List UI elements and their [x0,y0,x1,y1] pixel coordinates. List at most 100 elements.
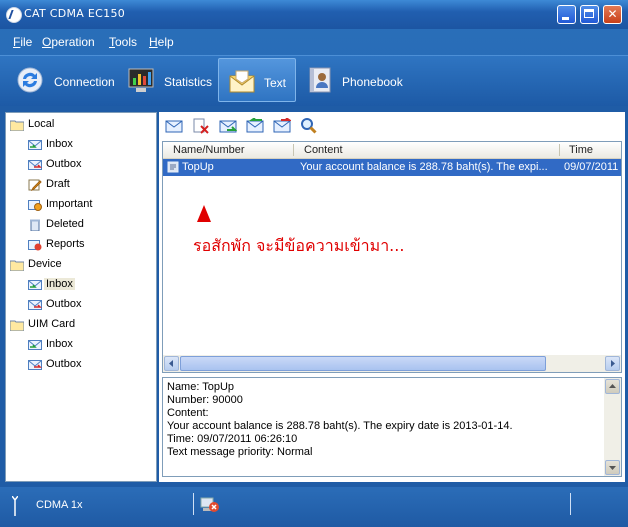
close-button[interactable]: ✕ [603,5,622,24]
menu-bar: File Operation Tools Help [0,29,628,55]
menu-help[interactable]: Help [149,35,174,49]
menu-operation[interactable]: Operation [42,35,95,49]
tree-label: Outbox [46,358,82,370]
annotation-arrow [197,205,211,222]
no-connection-icon [200,496,222,514]
vertical-scrollbar[interactable] [604,378,621,476]
detail-name: Name: TopUp [167,381,235,393]
detail-time: Time: 09/07/2011 06:26:10 [167,433,298,445]
detail-content-label: Content: [167,407,209,419]
menu-operation-accel: O [42,35,52,49]
menu-help-accel: H [149,35,158,49]
detail-number: Number: 90000 [167,394,243,406]
phonebook-icon [306,66,334,94]
main-toolbar: Connection Statistics Text Phonebook [0,55,628,106]
list-header: Name/Number Content Time [163,142,621,159]
message-list: Name/Number Content Time TopUp Your acco… [162,141,622,373]
column-divider[interactable] [293,144,294,156]
tab-connection[interactable]: Connection [8,58,118,102]
minimize-button[interactable] [557,5,576,24]
menu-file-label: ile [20,35,33,49]
tab-statistics[interactable]: Statistics [122,58,214,102]
delete-message-icon[interactable] [192,118,210,134]
maximize-button[interactable] [580,5,599,24]
maximize-icon [584,9,594,18]
tree-label: UIM Card [28,318,76,330]
connection-icon [16,66,44,94]
new-message-icon[interactable] [165,118,183,134]
horizontal-scrollbar[interactable] [163,355,621,372]
column-content[interactable]: Content [304,144,343,156]
folder-icon [9,319,25,332]
menu-tools[interactable]: Tools [109,35,137,49]
tab-text[interactable]: Text [218,58,296,102]
table-row[interactable]: TopUp Your account balance is 288.78 bah… [163,159,621,176]
reports-icon [28,239,42,251]
tree-label: Outbox [46,158,82,170]
tree-label: Outbox [46,298,82,310]
statistics-icon [127,66,155,94]
column-time[interactable]: Time [569,144,593,156]
network-type: CDMA 1x [36,499,83,511]
horizontal-scroll-thumb[interactable] [180,356,546,371]
tab-text-label: Text [264,76,287,90]
tab-connection-label: Connection [54,75,115,89]
row-name: TopUp [182,161,214,173]
menu-operation-label: peration [51,35,95,49]
message-actions [159,112,625,140]
tree-label: Draft [46,178,70,190]
reply-icon[interactable] [246,117,264,134]
tree-label: Device [28,258,62,270]
status-divider [570,493,571,515]
inbox-icon [28,279,42,291]
scroll-up-button[interactable] [605,379,620,394]
window-title: CAT CDMA EC150 [24,7,126,20]
detail-content: Your account balance is 288.78 baht(s). … [167,420,513,432]
draft-icon [28,179,42,192]
annotation-text: รอสักพัก จะมีข้อความเข้ามา... [193,236,405,255]
forward-icon[interactable] [219,118,238,134]
folder-tree: Local Inbox Outbox Draft Important Delet… [5,112,157,482]
detail-priority: Text message priority: Normal [167,446,313,458]
tree-label: Important [46,198,93,210]
tab-phonebook-label: Phonebook [342,75,403,89]
menu-tools-label: ools [115,35,138,49]
tree-label: Inbox [46,338,73,350]
tree-label: Inbox [46,138,73,150]
scroll-right-button[interactable] [605,356,620,371]
outbox-icon [28,359,42,371]
application-window: CAT CDMA EC150 ✕ File Operation Tools He… [0,0,628,527]
scroll-left-button[interactable] [164,356,179,371]
tab-phonebook[interactable]: Phonebook [300,58,410,102]
status-bar: CDMA 1x [0,487,628,527]
column-name-number[interactable]: Name/Number [173,144,245,156]
scroll-down-button[interactable] [605,460,620,475]
outbox-icon [28,299,42,311]
menu-help-label: elp [157,35,174,49]
folder-icon [9,119,25,132]
signal-icon [11,495,19,516]
tree-label: Inbox [44,278,75,290]
important-icon [28,199,42,211]
app-icon [6,7,22,23]
message-pane: Name/Number Content Time TopUp Your acco… [159,112,625,482]
envelope-icon [228,67,256,95]
trash-icon [28,219,42,232]
tab-statistics-label: Statistics [164,75,213,89]
status-divider [193,493,194,515]
message-detail: Name: TopUp Number: 90000 Content: Your … [162,377,622,477]
minimize-icon [562,17,569,20]
tree-label: Reports [46,238,85,250]
outbox-icon [28,159,42,171]
inbox-icon [28,339,42,351]
title-bar[interactable]: CAT CDMA EC150 ✕ [0,0,628,29]
menu-file[interactable]: File [13,35,32,49]
folder-icon [9,259,25,272]
row-time: 09/07/2011 [564,161,619,173]
row-content: Your account balance is 288.78 baht(s). … [300,161,548,173]
sms-icon [167,161,179,176]
resend-icon[interactable] [273,117,293,134]
column-divider[interactable] [559,144,560,156]
search-icon[interactable] [300,118,318,134]
tree-label: Local [28,118,55,130]
